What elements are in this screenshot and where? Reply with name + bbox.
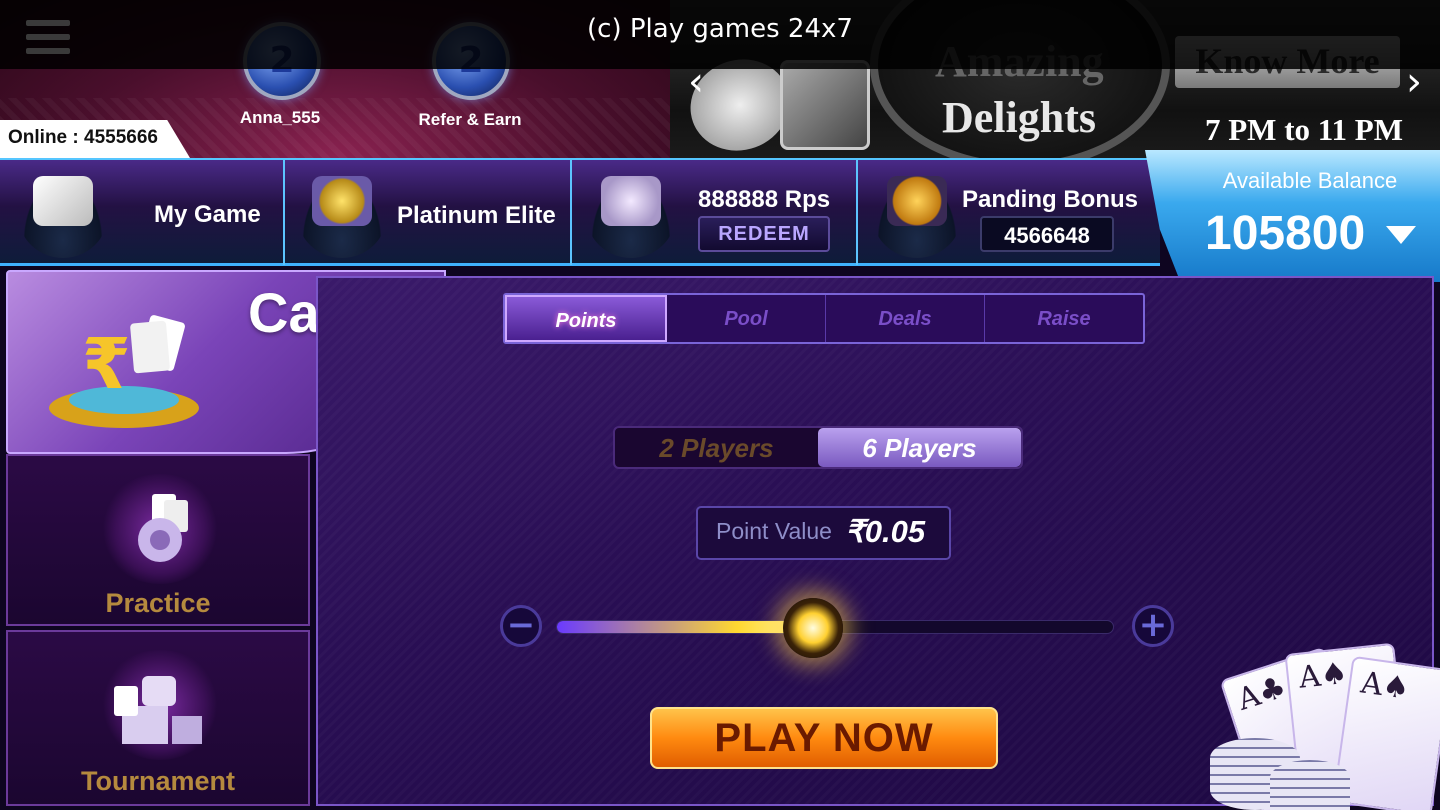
- tab-raise[interactable]: Raise: [985, 295, 1143, 342]
- slider-handle[interactable]: [782, 598, 843, 658]
- poker-chips-stack-2: [1270, 760, 1350, 810]
- minus-icon[interactable]: −: [500, 605, 542, 647]
- username-label: Anna_555: [239, 108, 321, 127]
- my-game-item[interactable]: My Game: [0, 160, 285, 265]
- tournament-menu-item[interactable]: Tournament: [6, 630, 310, 806]
- point-value: ₹0.05: [845, 514, 926, 549]
- plus-icon[interactable]: +: [1132, 605, 1174, 647]
- six-players-option[interactable]: 6 Players: [818, 428, 1021, 467]
- banner-time: 7 PM to 11 PM: [1205, 112, 1404, 147]
- rupee-coins-icon: ₹: [49, 315, 199, 428]
- treasure-chest-icon: [780, 60, 870, 150]
- practice-label: Practice: [105, 588, 211, 618]
- window-title: (c) Play games 24x7: [587, 14, 853, 44]
- rupee-coin-icon: [872, 170, 962, 258]
- stars-icon: [297, 170, 387, 258]
- point-value-label: Point Value: [716, 518, 832, 544]
- trophy-gift-icon: [114, 676, 202, 744]
- tournament-label: Tournament: [81, 766, 235, 796]
- tab-deals[interactable]: Deals: [826, 295, 985, 342]
- bonus-label: Panding Bonus: [962, 186, 1138, 213]
- rps-value: 888888 Rps: [698, 186, 831, 213]
- my-game-label: My Game: [154, 201, 261, 228]
- players-toggle: 2 Players 6 Players: [613, 426, 1023, 469]
- chips-cards-icon: [138, 494, 188, 562]
- balance-value: 105800: [1205, 207, 1366, 260]
- play-now-button[interactable]: PLAY NOW: [650, 707, 998, 769]
- title-bar: (c) Play games 24x7: [0, 0, 1440, 69]
- online-count: Online : 4555666: [0, 120, 190, 158]
- redeem-button[interactable]: REDEEM: [698, 216, 830, 252]
- chevron-down-icon[interactable]: [1386, 226, 1416, 244]
- balance-label: Available Balance: [1222, 168, 1398, 193]
- cards-icon: [18, 170, 108, 258]
- tier-item[interactable]: Platinum Elite: [285, 160, 572, 265]
- slider-fill: [557, 621, 814, 633]
- menu-icon[interactable]: [26, 20, 70, 64]
- svg-text:₹: ₹: [82, 323, 131, 405]
- piggy-bank-icon: [586, 170, 676, 258]
- tier-label: Platinum Elite: [397, 202, 556, 229]
- practice-menu-item[interactable]: Practice: [6, 454, 310, 626]
- bonus-value: 4566648: [980, 216, 1114, 252]
- two-players-option[interactable]: 2 Players: [615, 428, 818, 467]
- banner-title: Delights: [942, 93, 1096, 142]
- tab-pool[interactable]: Pool: [667, 295, 826, 342]
- refer-earn-label[interactable]: Refer & Earn: [400, 110, 540, 130]
- tab-points[interactable]: Points: [505, 295, 667, 342]
- game-type-tabs: Points Pool Deals Raise: [503, 293, 1145, 344]
